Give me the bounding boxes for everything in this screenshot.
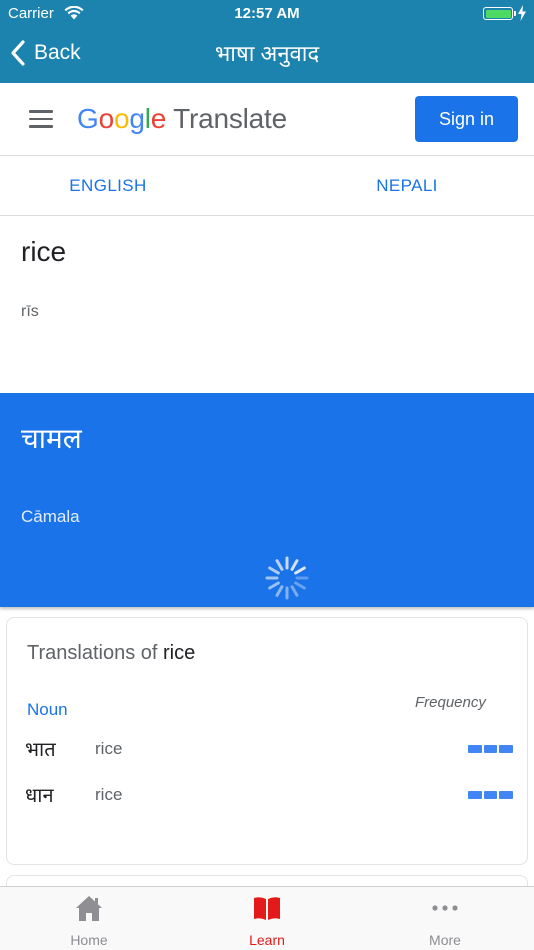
language-selector: ENGLISH NEPALI (0, 156, 534, 216)
frequency-bar (468, 791, 514, 799)
translations-title: Translations of rice (27, 642, 195, 665)
logo-letter: o (113, 103, 130, 134)
ios-top-bar: Carrier 12:57 AM Back भाषा अनुवाद (0, 0, 534, 83)
translated-text: चामल (21, 422, 82, 455)
translation-word: धान (25, 783, 54, 807)
translation-meaning: rice (95, 739, 123, 758)
translations-card: Translations of rice Noun Frequency भात … (6, 617, 528, 865)
status-time: 12:57 AM (234, 5, 300, 22)
charging-bolt-icon (518, 5, 526, 21)
tab-home[interactable]: Home (0, 887, 178, 950)
loading-spinner-icon (265, 556, 309, 600)
source-transliteration: rīs (21, 303, 39, 320)
logo-letter: e (150, 103, 167, 134)
tab-more[interactable]: More (356, 887, 534, 950)
more-icon (432, 905, 458, 911)
translation-panel: चामल Cāmala (0, 393, 534, 607)
translations-title-prefix: Translations of (27, 642, 163, 664)
menu-icon[interactable] (29, 110, 53, 128)
logo-letter: G (77, 103, 99, 134)
translation-word: भात (25, 737, 56, 761)
back-label: Back (34, 41, 81, 64)
source-text: rice (21, 236, 67, 267)
translated-transliteration: Cāmala (21, 507, 80, 526)
source-panel[interactable]: rice rīs (0, 217, 534, 393)
tab-learn[interactable]: Learn (178, 887, 356, 950)
target-language-tab[interactable]: NEPALI (300, 156, 514, 216)
tab-home-label: Home (70, 932, 108, 948)
navigation-bar: Back भाषा अनुवाद (0, 28, 534, 83)
status-bar: Carrier 12:57 AM (0, 0, 534, 28)
book-icon (254, 897, 280, 920)
sign-in-button[interactable]: Sign in (415, 96, 518, 142)
translations-title-word: rice (163, 642, 196, 664)
back-button[interactable]: Back (8, 36, 81, 70)
translation-row[interactable]: भात rice (7, 735, 527, 765)
frequency-bar (468, 745, 514, 753)
logo-letter: g (129, 103, 145, 134)
tab-learn-label: Learn (249, 932, 285, 948)
frequency-label: Frequency (415, 694, 486, 711)
google-logo-text: Google (77, 103, 166, 135)
google-translate-logo: Google Translate (77, 103, 287, 135)
part-of-speech-label: Noun (27, 700, 68, 719)
translation-row[interactable]: धान rice (7, 781, 527, 811)
translation-meaning: rice (95, 785, 123, 804)
chevron-left-icon (11, 40, 25, 66)
battery-icon (483, 7, 516, 20)
tab-more-label: More (429, 932, 461, 948)
translate-logo-text: Translate (173, 103, 288, 134)
home-icon (76, 896, 102, 921)
logo-letter: o (98, 103, 115, 134)
source-language-tab[interactable]: ENGLISH (0, 156, 216, 216)
translate-header: Google Translate Sign in (0, 83, 534, 156)
tab-bar: Home Learn More (0, 886, 534, 950)
